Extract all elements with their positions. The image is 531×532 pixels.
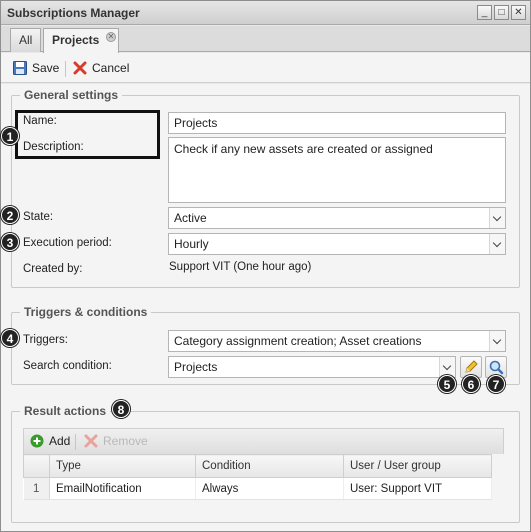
result-actions-legend: Result actions — [24, 404, 107, 418]
state-label: State: — [23, 211, 54, 223]
cell-type: EmailNotification — [49, 477, 196, 500]
column-header-condition[interactable]: Condition — [195, 454, 344, 478]
chevron-down-icon — [439, 357, 455, 377]
column-header-type[interactable]: Type — [49, 454, 196, 478]
created-by-value: Support VIT (One hour ago) — [169, 261, 312, 273]
toolbar: Save Cancel — [1, 53, 530, 83]
result-actions-table: Type Condition User / User group 1 Email… — [23, 454, 492, 500]
chevron-down-icon — [489, 331, 505, 351]
floppy-disk-icon — [13, 61, 27, 75]
save-button[interactable]: Save — [13, 60, 59, 78]
callout-7: 7 — [487, 375, 505, 393]
triggers-select[interactable]: Category assignment creation; Asset crea… — [168, 330, 506, 352]
result-actions-toolbar: Add Remove — [23, 428, 504, 454]
window-title: Subscriptions Manager — [7, 6, 140, 20]
add-label: Add — [49, 434, 71, 448]
title-bar: Subscriptions Manager _ □ ✕ — [1, 1, 530, 25]
execution-period-label: Execution period: — [23, 237, 112, 249]
state-value: Active — [174, 211, 207, 225]
callout-6: 6 — [462, 375, 480, 393]
form-content: General settings Name: Description: Proj… — [1, 84, 530, 531]
remove-button[interactable]: Remove — [84, 433, 148, 451]
tab-projects-label: Projects — [52, 33, 100, 47]
search-condition-value: Projects — [174, 360, 218, 374]
callout-1: 1 — [1, 127, 19, 145]
row-number: 1 — [23, 477, 50, 500]
tab-strip: All Projects ✕ — [1, 26, 530, 53]
callout-4: 4 — [1, 329, 19, 347]
minimize-button[interactable]: _ — [477, 5, 492, 20]
tab-all[interactable]: All — [10, 28, 42, 52]
subscriptions-manager-window: Subscriptions Manager _ □ ✕ All Projects… — [0, 0, 531, 532]
column-header-user[interactable]: User / User group — [343, 454, 492, 478]
remove-label: Remove — [103, 434, 148, 448]
tab-close-icon[interactable]: ✕ — [106, 32, 116, 42]
toolbar-separator — [65, 61, 66, 77]
grid-toolbar-separator — [75, 434, 76, 450]
name-field[interactable]: Projects — [168, 112, 506, 134]
description-label: Description: — [23, 141, 84, 153]
triggers-value: Category assignment creation; Asset crea… — [174, 334, 422, 348]
state-select[interactable]: Active — [168, 207, 506, 229]
tab-all-label: All — [19, 33, 33, 47]
green-plus-icon — [30, 434, 44, 448]
table-header-row: Type Condition User / User group — [23, 454, 492, 478]
chevron-down-icon — [489, 208, 505, 228]
callout-5: 5 — [438, 375, 456, 393]
red-x-icon — [84, 434, 98, 448]
cell-condition: Always — [195, 477, 344, 500]
general-settings-legend: General settings — [24, 88, 119, 102]
add-button[interactable]: Add — [30, 433, 70, 451]
search-condition-select[interactable]: Projects — [168, 356, 456, 378]
callout-2: 2 — [1, 206, 19, 224]
triggers-conditions-legend: Triggers & conditions — [24, 305, 148, 319]
callout-8: 8 — [112, 400, 130, 418]
tab-projects[interactable]: Projects ✕ — [43, 28, 119, 53]
search-condition-label: Search condition: — [23, 360, 112, 372]
close-button[interactable]: ✕ — [511, 5, 526, 20]
red-x-icon — [73, 61, 87, 75]
save-label: Save — [32, 61, 60, 75]
execution-period-select[interactable]: Hourly — [168, 233, 506, 255]
cancel-label: Cancel — [92, 61, 130, 75]
created-by-label: Created by: — [23, 263, 83, 275]
execution-period-value: Hourly — [174, 237, 209, 251]
triggers-label: Triggers: — [23, 334, 68, 346]
cell-user: User: Support VIT — [343, 477, 492, 500]
callout-3: 3 — [1, 233, 19, 251]
maximize-button[interactable]: □ — [494, 5, 509, 20]
table-row[interactable]: 1 EmailNotification Always User: Support… — [23, 477, 492, 500]
cancel-button[interactable]: Cancel — [73, 60, 129, 78]
chevron-down-icon — [489, 234, 505, 254]
description-field[interactable]: Check if any new assets are created or a… — [168, 137, 506, 203]
name-label: Name: — [23, 115, 57, 127]
row-number-header — [23, 454, 50, 478]
